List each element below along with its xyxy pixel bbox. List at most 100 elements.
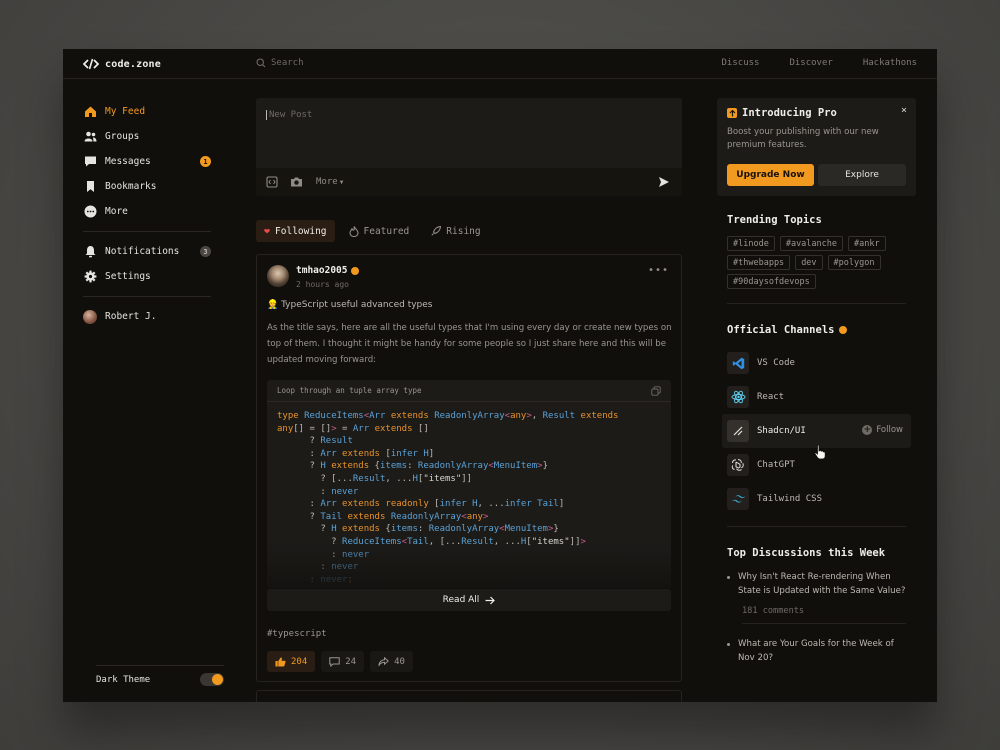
tab-following[interactable]: ❤ Following	[256, 220, 335, 242]
channel-tailwind[interactable]: Tailwind CSS	[722, 482, 911, 516]
trending-title: Trending Topics	[727, 214, 916, 226]
post-body: As the title says, here are all the usef…	[267, 323, 672, 365]
chevron-down-icon: ▼	[339, 179, 344, 186]
channel-react[interactable]: React	[722, 380, 911, 414]
channel-vscode[interactable]: VS Code	[722, 346, 911, 380]
tailwind-icon	[727, 488, 749, 510]
code-block-icon[interactable]	[266, 176, 278, 188]
tab-featured[interactable]: Featured	[341, 220, 418, 242]
post-author[interactable]: tmhao2005	[296, 265, 360, 276]
read-all-label: Read All	[442, 595, 480, 605]
pro-promo-card: Introducing Pro × Boost your publishing …	[717, 98, 916, 196]
share-icon	[378, 656, 390, 666]
nav-discover[interactable]: Discover	[789, 58, 832, 68]
post-actions: 204 24 40	[267, 651, 413, 672]
code-fade	[267, 543, 671, 588]
composer-more-button[interactable]: More ▼	[316, 177, 343, 187]
arrow-right-icon	[485, 596, 496, 604]
topic-chip[interactable]: #thwebapps	[727, 255, 791, 270]
discussion-item[interactable]: What are Your Goals for the Week of Nov …	[727, 638, 906, 665]
right-panel: Introducing Pro × Boost your publishing …	[717, 98, 916, 665]
messages-badge: 1	[200, 156, 211, 167]
tab-label: Featured	[363, 225, 410, 237]
trending-topics: #linode #avalanche #ankr #thwebapps dev …	[727, 236, 912, 289]
more-icon	[83, 205, 97, 219]
camera-icon[interactable]	[290, 176, 303, 188]
sidebar-divider	[83, 296, 211, 297]
more-horizontal-icon[interactable]: •••	[648, 265, 669, 276]
post-timestamp: 2 hours ago	[296, 280, 349, 289]
share-button[interactable]: 40	[370, 651, 413, 672]
sidebar: My Feed Groups Messages 1 Bookmarks More…	[83, 99, 211, 329]
topic-chip[interactable]: dev	[795, 255, 823, 270]
post-hashtag[interactable]: #typescript	[267, 629, 327, 639]
author-name: tmhao2005	[296, 265, 348, 276]
sidebar-item-my-feed[interactable]: My Feed	[83, 99, 211, 124]
like-button[interactable]: 204	[267, 651, 316, 672]
dark-theme-toggle[interactable]	[200, 673, 224, 686]
new-post-input[interactable]: New Post	[266, 110, 312, 120]
search-input[interactable]: Search	[271, 58, 304, 68]
post-composer: New Post More ▼	[256, 98, 682, 196]
thumbs-up-icon	[275, 657, 286, 666]
like-count: 204	[291, 656, 308, 667]
heart-icon: ❤	[264, 225, 271, 237]
post-title[interactable]: 👷 TypeScript useful advanced types	[267, 300, 433, 310]
send-icon[interactable]	[658, 176, 670, 188]
read-all-button[interactable]: Read All	[267, 589, 671, 611]
discussion-item[interactable]: Why Isn't React Re-rendering When State …	[727, 571, 906, 598]
promo-title: Introducing Pro	[727, 107, 906, 119]
sidebar-user[interactable]: Robert J.	[83, 304, 211, 329]
tab-rising[interactable]: Rising	[423, 220, 488, 242]
nav-discuss[interactable]: Discuss	[722, 58, 760, 68]
discussion-title: What are Your Goals for the Week of Nov …	[738, 639, 894, 663]
top-nav: Discuss Discover Hackathons	[722, 58, 917, 68]
topic-chip[interactable]: #avalanche	[779, 236, 844, 251]
code-logo-icon	[83, 58, 99, 70]
nav-hackathons[interactable]: Hackathons	[863, 58, 917, 68]
sidebar-item-groups[interactable]: Groups	[83, 124, 211, 149]
gear-icon	[83, 270, 97, 284]
sidebar-item-label: Notifications	[105, 246, 180, 257]
comment-icon	[329, 656, 340, 667]
tab-label: Rising	[446, 225, 481, 237]
theme-label: Dark Theme	[96, 674, 151, 685]
react-icon	[727, 386, 749, 408]
topic-chip[interactable]: #90daysofdevops	[727, 274, 816, 289]
upgrade-now-button[interactable]: Upgrade Now	[727, 164, 814, 186]
close-icon[interactable]: ×	[901, 105, 907, 116]
sidebar-item-label: Bookmarks	[105, 181, 157, 192]
promo-description: Boost your publishing with our new premi…	[727, 127, 879, 150]
sidebar-item-notifications[interactable]: Notifications 3	[83, 239, 211, 264]
search-bar[interactable]: Search	[256, 58, 304, 68]
top-bar: code.zone Search Discuss Discover Hackat…	[63, 49, 937, 79]
channel-name: Shadcn/UI	[757, 426, 806, 436]
bullet	[727, 576, 730, 579]
bell-icon	[83, 245, 97, 259]
topic-chip[interactable]: #linode	[727, 236, 775, 251]
logo[interactable]: code.zone	[83, 57, 161, 71]
comment-button[interactable]: 24	[321, 651, 365, 672]
follow-button[interactable]: + Follow	[862, 425, 903, 435]
more-label: More	[316, 177, 338, 187]
flame-icon	[349, 225, 359, 237]
sidebar-item-label: Settings	[105, 271, 151, 282]
plus-icon: +	[862, 425, 873, 435]
sidebar-item-bookmarks[interactable]: Bookmarks	[83, 174, 211, 199]
sidebar-item-settings[interactable]: Settings	[83, 264, 211, 289]
verified-icon	[351, 266, 360, 275]
theme-divider	[96, 665, 224, 666]
arrow-up-icon	[727, 108, 737, 118]
toggle-knob	[212, 674, 223, 685]
avatar[interactable]	[267, 265, 289, 287]
topic-chip[interactable]: #polygon	[827, 255, 881, 270]
users-icon	[83, 130, 97, 144]
topic-chip[interactable]: #ankr	[848, 236, 886, 251]
channel-shadcn[interactable]: Shadcn/UI + Follow	[722, 414, 911, 448]
tab-label: Following	[275, 225, 327, 237]
explore-button[interactable]: Explore	[818, 164, 906, 186]
sidebar-item-messages[interactable]: Messages 1	[83, 149, 211, 174]
avatar	[83, 309, 97, 324]
copy-icon[interactable]	[651, 385, 661, 396]
sidebar-item-more[interactable]: More	[83, 199, 211, 224]
